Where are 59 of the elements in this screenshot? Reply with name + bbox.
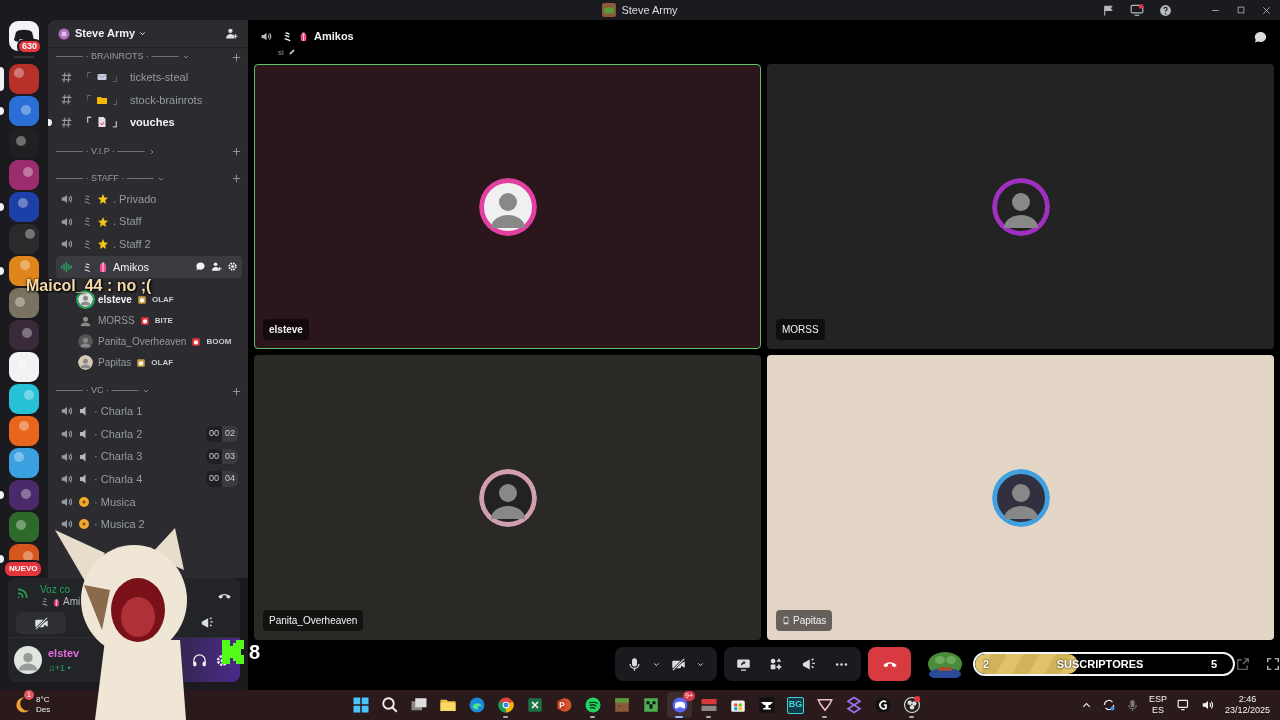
channel-prefix: ミ xyxy=(282,29,293,44)
member-name[interactable]: elsteve xyxy=(98,292,132,308)
voice-channel[interactable]: · Charla 4 00 04 xyxy=(56,467,242,491)
category-header[interactable]: ——— · STAFF · ——— xyxy=(56,172,165,186)
member-name[interactable]: Papitas xyxy=(98,355,132,371)
tag-label: OLAF xyxy=(151,294,174,306)
tag-label: OLAF xyxy=(151,356,174,369)
clock-date[interactable]: 23/12/2025 xyxy=(1224,705,1270,716)
voice-channel[interactable]: ミ . Staff xyxy=(56,210,242,233)
video-tile[interactable]: MORSS xyxy=(767,64,1274,349)
participant-name: Panita_Overheaven xyxy=(269,614,358,628)
weather-text: Des xyxy=(36,705,51,715)
voice-channel[interactable]: ミ . Privado xyxy=(56,187,242,211)
user-activity: ♫+1 • xyxy=(48,661,72,675)
new-badge: NUEVO xyxy=(3,560,44,578)
text-channel[interactable]: 「 」 tickets-steal xyxy=(56,66,242,89)
participant-name: Papitas xyxy=(793,614,827,628)
follower-count: 8 xyxy=(249,640,261,665)
text-channel[interactable]: 「 」 stock-brainrots xyxy=(56,88,242,112)
category-header[interactable]: ——— · V.I.P · ——— xyxy=(56,145,156,159)
user-count: 00 xyxy=(205,448,222,465)
user-count: 00 xyxy=(205,471,222,487)
user-count: 00 xyxy=(205,426,222,442)
video-tile[interactable]: elsteve xyxy=(254,64,761,349)
keyboard-layout[interactable]: ES xyxy=(1151,705,1164,716)
participant-name: elsteve xyxy=(269,323,303,337)
voice-channel[interactable]: · Charla 1 xyxy=(56,400,242,423)
input-language[interactable]: ESP xyxy=(1148,694,1167,705)
goal-current: 2 xyxy=(982,656,990,672)
voice-channel[interactable]: · Musica 2 xyxy=(56,513,242,536)
voice-channel[interactable]: · Charla 3 00 03 xyxy=(56,445,242,468)
tag-label: BITE xyxy=(154,314,173,327)
channel-name[interactable]: Ami xyxy=(63,596,81,608)
app-icon[interactable]: BG xyxy=(787,696,804,714)
channel-title: Amikos xyxy=(314,29,354,44)
member-name[interactable]: MORSS xyxy=(98,313,135,329)
video-tile[interactable]: Panita_Overheaven xyxy=(254,355,761,640)
text-channel[interactable]: 「 」 vouches xyxy=(56,111,242,134)
temperature: 8°C xyxy=(36,695,51,705)
window-title: Steve Army xyxy=(621,2,678,18)
username: elstev xyxy=(48,646,80,661)
voice-channel[interactable]: · Charla 2 00 02 xyxy=(56,422,242,446)
goal-target: 5 xyxy=(1210,656,1218,672)
video-tile[interactable]: Papitas xyxy=(767,355,1274,640)
category-header[interactable]: ——— · BRAINROTS · ——— xyxy=(56,50,190,64)
clock-time[interactable]: 2:46 xyxy=(1238,694,1257,705)
connection-status: Voz co xyxy=(40,584,72,596)
server-name[interactable]: Steve Army xyxy=(75,25,148,42)
category-header[interactable]: ——— · VC · ——— xyxy=(56,384,150,398)
member-name[interactable]: Panita_Overheaven xyxy=(98,334,187,350)
chat-overlay-message: Maicol_44 : no ;( xyxy=(26,278,152,294)
voice-channel[interactable]: ミ Amikos xyxy=(56,255,242,279)
channel-topic: si xyxy=(278,47,284,57)
voice-channel[interactable]: ミ . Staff 2 xyxy=(56,232,242,256)
participant-name: MORSS xyxy=(782,323,819,337)
tag-label: BOOM xyxy=(206,335,232,348)
voice-channel[interactable]: · Musica xyxy=(56,490,242,514)
channel-prefix: ミ xyxy=(40,596,50,608)
notification-badge: 630 xyxy=(16,39,42,54)
